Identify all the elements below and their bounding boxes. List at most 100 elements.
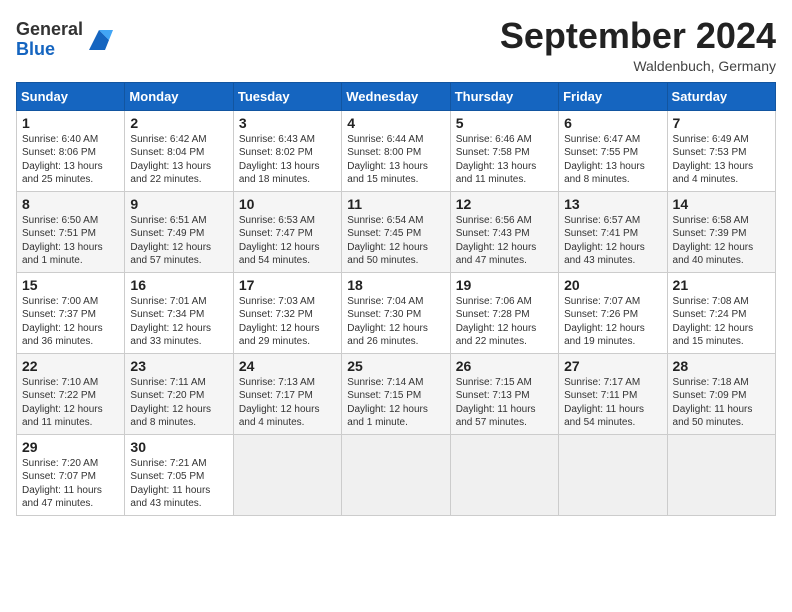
day-info: Sunrise: 6:57 AMSunset: 7:41 PMDaylight:…: [564, 214, 661, 268]
weekday-header-monday: Monday: [125, 82, 233, 110]
day-info: Sunrise: 7:08 AMSunset: 7:24 PMDaylight:…: [673, 295, 770, 349]
calendar-cell: 20 Sunrise: 7:07 AMSunset: 7:26 PMDayligh…: [559, 272, 667, 353]
calendar-cell: 14 Sunrise: 6:58 AMSunset: 7:39 PMDayligh…: [667, 191, 775, 272]
location: Waldenbuch, Germany: [500, 58, 776, 74]
calendar-cell: 11 Sunrise: 6:54 AMSunset: 7:45 PMDayligh…: [342, 191, 450, 272]
day-number: 14: [673, 196, 770, 212]
day-number: 24: [239, 358, 336, 374]
day-info: Sunrise: 7:13 AMSunset: 7:17 PMDaylight:…: [239, 376, 336, 430]
calendar-cell: 1Sunrise: 6:40 AMSunset: 8:06 PMDaylight…: [17, 110, 125, 191]
day-number: 26: [456, 358, 553, 374]
day-number: 4: [347, 115, 444, 131]
calendar-cell: 24 Sunrise: 7:13 AMSunset: 7:17 PMDayligh…: [233, 353, 341, 434]
day-info: Sunrise: 7:11 AMSunset: 7:20 PMDaylight:…: [130, 376, 227, 430]
weekday-header-tuesday: Tuesday: [233, 82, 341, 110]
weekday-header-thursday: Thursday: [450, 82, 558, 110]
day-number: 18: [347, 277, 444, 293]
day-info: Sunrise: 6:54 AMSunset: 7:45 PMDaylight:…: [347, 214, 444, 268]
day-number: 16: [130, 277, 227, 293]
day-number: 2: [130, 115, 227, 131]
day-number: 11: [347, 196, 444, 212]
calendar-week-2: 8 Sunrise: 6:50 AMSunset: 7:51 PMDaylight…: [17, 191, 776, 272]
calendar-cell: 22Sunrise: 7:10 AMSunset: 7:22 PMDayligh…: [17, 353, 125, 434]
month-title: September 2024: [500, 16, 776, 56]
calendar-week-3: 15 Sunrise: 7:00 AMSunset: 7:37 PMDayligh…: [17, 272, 776, 353]
weekday-header-friday: Friday: [559, 82, 667, 110]
calendar-cell: 16 Sunrise: 7:01 AMSunset: 7:34 PMDayligh…: [125, 272, 233, 353]
day-number: 13: [564, 196, 661, 212]
calendar-cell: 30Sunrise: 7:21 AMSunset: 7:05 PMDayligh…: [125, 434, 233, 515]
calendar-week-5: 29 Sunrise: 7:20 AMSunset: 7:07 PMDayligh…: [17, 434, 776, 515]
calendar-week-4: 22Sunrise: 7:10 AMSunset: 7:22 PMDayligh…: [17, 353, 776, 434]
weekday-header-wednesday: Wednesday: [342, 82, 450, 110]
calendar-cell: 17 Sunrise: 7:03 AMSunset: 7:32 PMDayligh…: [233, 272, 341, 353]
day-info: Sunrise: 7:00 AMSunset: 7:37 PMDaylight:…: [22, 295, 119, 349]
day-number: 9: [130, 196, 227, 212]
day-number: 6: [564, 115, 661, 131]
day-info: Sunrise: 7:06 AMSunset: 7:28 PMDaylight:…: [456, 295, 553, 349]
calendar-week-1: 1Sunrise: 6:40 AMSunset: 8:06 PMDaylight…: [17, 110, 776, 191]
logo-general: General: [16, 19, 83, 39]
logo-icon: [85, 26, 113, 54]
calendar-cell: [559, 434, 667, 515]
day-number: 5: [456, 115, 553, 131]
day-info: Sunrise: 7:18 AMSunset: 7:09 PMDaylight:…: [673, 376, 770, 430]
title-block: September 2024 Waldenbuch, Germany: [500, 16, 776, 74]
day-number: 8: [22, 196, 119, 212]
calendar-cell: [667, 434, 775, 515]
day-info: Sunrise: 6:40 AMSunset: 8:06 PMDaylight:…: [22, 133, 119, 187]
day-info: Sunrise: 6:58 AMSunset: 7:39 PMDaylight:…: [673, 214, 770, 268]
calendar-cell: 27 Sunrise: 7:17 AMSunset: 7:11 PMDayligh…: [559, 353, 667, 434]
day-number: 3: [239, 115, 336, 131]
calendar-cell: 9Sunrise: 6:51 AMSunset: 7:49 PMDaylight…: [125, 191, 233, 272]
day-number: 23: [130, 358, 227, 374]
calendar-cell: 3Sunrise: 6:43 AMSunset: 8:02 PMDaylight…: [233, 110, 341, 191]
day-info: Sunrise: 7:14 AMSunset: 7:15 PMDaylight:…: [347, 376, 444, 430]
day-info: Sunrise: 7:20 AMSunset: 7:07 PMDaylight:…: [22, 457, 119, 511]
day-info: Sunrise: 7:01 AMSunset: 7:34 PMDaylight:…: [130, 295, 227, 349]
day-info: Sunrise: 6:42 AMSunset: 8:04 PMDaylight:…: [130, 133, 227, 187]
calendar-cell: 18 Sunrise: 7:04 AMSunset: 7:30 PMDayligh…: [342, 272, 450, 353]
calendar-cell: 28 Sunrise: 7:18 AMSunset: 7:09 PMDayligh…: [667, 353, 775, 434]
day-info: Sunrise: 7:07 AMSunset: 7:26 PMDaylight:…: [564, 295, 661, 349]
calendar-cell: 6 Sunrise: 6:47 AMSunset: 7:55 PMDaylight…: [559, 110, 667, 191]
day-number: 7: [673, 115, 770, 131]
day-info: Sunrise: 6:44 AMSunset: 8:00 PMDaylight:…: [347, 133, 444, 187]
day-info: Sunrise: 6:56 AMSunset: 7:43 PMDaylight:…: [456, 214, 553, 268]
day-info: Sunrise: 7:04 AMSunset: 7:30 PMDaylight:…: [347, 295, 444, 349]
calendar-cell: [342, 434, 450, 515]
calendar-cell: 2 Sunrise: 6:42 AMSunset: 8:04 PMDaylight…: [125, 110, 233, 191]
calendar-cell: 7 Sunrise: 6:49 AMSunset: 7:53 PMDaylight…: [667, 110, 775, 191]
day-number: 17: [239, 277, 336, 293]
day-number: 12: [456, 196, 553, 212]
day-number: 29: [22, 439, 119, 455]
calendar-cell: 21 Sunrise: 7:08 AMSunset: 7:24 PMDayligh…: [667, 272, 775, 353]
day-number: 15: [22, 277, 119, 293]
calendar-cell: [233, 434, 341, 515]
day-info: Sunrise: 6:46 AMSunset: 7:58 PMDaylight:…: [456, 133, 553, 187]
day-info: Sunrise: 7:17 AMSunset: 7:11 PMDaylight:…: [564, 376, 661, 430]
logo-blue: Blue: [16, 39, 55, 59]
calendar-cell: [450, 434, 558, 515]
page-header: General Blue September 2024 Waldenbuch, …: [16, 16, 776, 74]
calendar-cell: 8 Sunrise: 6:50 AMSunset: 7:51 PMDaylight…: [17, 191, 125, 272]
day-info: Sunrise: 6:47 AMSunset: 7:55 PMDaylight:…: [564, 133, 661, 187]
calendar-cell: 12 Sunrise: 6:56 AMSunset: 7:43 PMDayligh…: [450, 191, 558, 272]
day-number: 30: [130, 439, 227, 455]
calendar-cell: 15 Sunrise: 7:00 AMSunset: 7:37 PMDayligh…: [17, 272, 125, 353]
day-number: 28: [673, 358, 770, 374]
day-number: 10: [239, 196, 336, 212]
calendar-cell: 19Sunrise: 7:06 AMSunset: 7:28 PMDayligh…: [450, 272, 558, 353]
day-number: 21: [673, 277, 770, 293]
calendar-table: SundayMondayTuesdayWednesdayThursdayFrid…: [16, 82, 776, 516]
calendar-cell: 23 Sunrise: 7:11 AMSunset: 7:20 PMDayligh…: [125, 353, 233, 434]
calendar-cell: 4 Sunrise: 6:44 AMSunset: 8:00 PMDaylight…: [342, 110, 450, 191]
day-number: 20: [564, 277, 661, 293]
day-info: Sunrise: 7:03 AMSunset: 7:32 PMDaylight:…: [239, 295, 336, 349]
weekday-header-row: SundayMondayTuesdayWednesdayThursdayFrid…: [17, 82, 776, 110]
weekday-header-sunday: Sunday: [17, 82, 125, 110]
day-number: 27: [564, 358, 661, 374]
day-info: Sunrise: 6:49 AMSunset: 7:53 PMDaylight:…: [673, 133, 770, 187]
day-number: 22: [22, 358, 119, 374]
day-info: Sunrise: 6:50 AMSunset: 7:51 PMDaylight:…: [22, 214, 119, 268]
